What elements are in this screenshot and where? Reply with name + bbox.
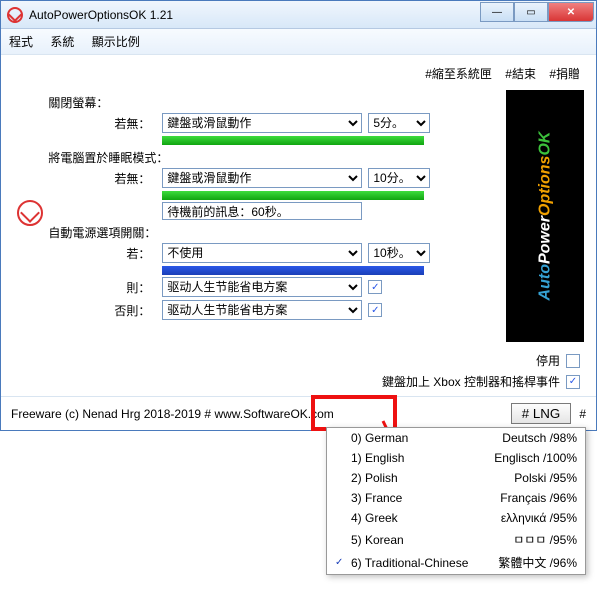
select-time-1[interactable]: 5分。 — [368, 113, 430, 133]
select-action-2[interactable]: 鍵盤或滑鼠動作 — [162, 168, 362, 188]
menu-ratio[interactable]: 顯示比例 — [92, 35, 140, 49]
link-shrink-tray[interactable]: #縮至系統匣 — [425, 67, 492, 81]
window-title: AutoPowerOptionsOK 1.21 — [29, 8, 480, 22]
select-time-2[interactable]: 10分。 — [368, 168, 430, 188]
menu-program[interactable]: 程式 — [9, 35, 33, 49]
minimize-button[interactable]: — — [480, 2, 514, 22]
group-sleep-label: 將電腦置於睡眠模式： — [48, 149, 495, 166]
select-action-1[interactable]: 鍵盤或滑鼠動作 — [162, 113, 362, 133]
label-if: 若： — [48, 245, 156, 262]
lang-item-korean[interactable]: 5) Koreanㅁㅁㅁ /95% — [327, 528, 585, 551]
group-turnoff-screen-label: 關閉螢幕： — [48, 94, 495, 111]
checkbox-else[interactable]: ✓ — [368, 303, 382, 317]
app-icon — [7, 7, 23, 23]
titlebar[interactable]: AutoPowerOptionsOK 1.21 — ▭ ✕ — [1, 1, 596, 29]
app-window: AutoPowerOptionsOK 1.21 — ▭ ✕ 程式 系統 顯示比例… — [0, 0, 597, 431]
brand-logo: AutoPowerOptionsOK — [506, 90, 584, 342]
top-links: #縮至系統匣 #結束 #捐贈 — [1, 55, 596, 88]
language-menu: 0) GermanDeutsch /98% 1) EnglishEnglisch… — [326, 427, 586, 575]
select-then-plan[interactable]: 驱动人生节能省电方案 — [162, 277, 362, 297]
select-time-3[interactable]: 10秒。 — [368, 243, 430, 263]
lang-item-greek[interactable]: 4) Greekελληνικά /95% — [327, 508, 585, 528]
progress-bar-3 — [162, 266, 424, 275]
hash-link[interactable]: # — [579, 407, 586, 421]
progress-bar-2 — [162, 191, 424, 200]
link-donate[interactable]: #捐贈 — [549, 67, 580, 81]
label-disable: 停用 — [536, 352, 560, 369]
language-button[interactable]: # LNG — [511, 403, 572, 424]
menu-system[interactable]: 系統 — [50, 35, 74, 49]
maximize-button[interactable]: ▭ — [514, 2, 548, 22]
checkbox-disable[interactable] — [566, 354, 580, 368]
label-if-no-2: 若無： — [48, 170, 156, 187]
wait-message: 待機前的訊息：60秒。 — [162, 202, 362, 220]
label-xbox: 鍵盤加上 Xbox 控制器和搖桿事件 — [382, 373, 560, 390]
select-else-plan[interactable]: 驱动人生节能省电方案 — [162, 300, 362, 320]
checkbox-xbox[interactable]: ✓ — [566, 375, 580, 389]
link-end[interactable]: #結束 — [505, 67, 536, 81]
lang-item-polish[interactable]: 2) PolishPolski /95% — [327, 468, 585, 488]
progress-bar-1 — [162, 136, 424, 145]
lang-item-english[interactable]: 1) EnglishEnglisch /100% — [327, 448, 585, 468]
label-then: 則： — [48, 279, 156, 296]
freeware-text: Freeware (c) Nenad Hrg 2018-2019 # www.S… — [11, 407, 503, 421]
label-else: 否則： — [48, 302, 156, 319]
status-bar: Freeware (c) Nenad Hrg 2018-2019 # www.S… — [1, 396, 596, 430]
lang-item-german[interactable]: 0) GermanDeutsch /98% — [327, 428, 585, 448]
lang-item-traditional-chinese[interactable]: ✓6) Traditional-Chinese繁體中文 /96% — [327, 551, 585, 574]
app-logo-icon — [17, 200, 43, 226]
menubar: 程式 系統 顯示比例 — [1, 29, 596, 55]
checkbox-then[interactable]: ✓ — [368, 280, 382, 294]
group-auto-switch-label: 自動電源選項開關： — [48, 224, 495, 241]
select-condition[interactable]: 不使用 — [162, 243, 362, 263]
lang-item-france[interactable]: 3) FranceFrançais /96% — [327, 488, 585, 508]
label-if-no-1: 若無： — [48, 115, 156, 132]
close-button[interactable]: ✕ — [548, 2, 594, 22]
